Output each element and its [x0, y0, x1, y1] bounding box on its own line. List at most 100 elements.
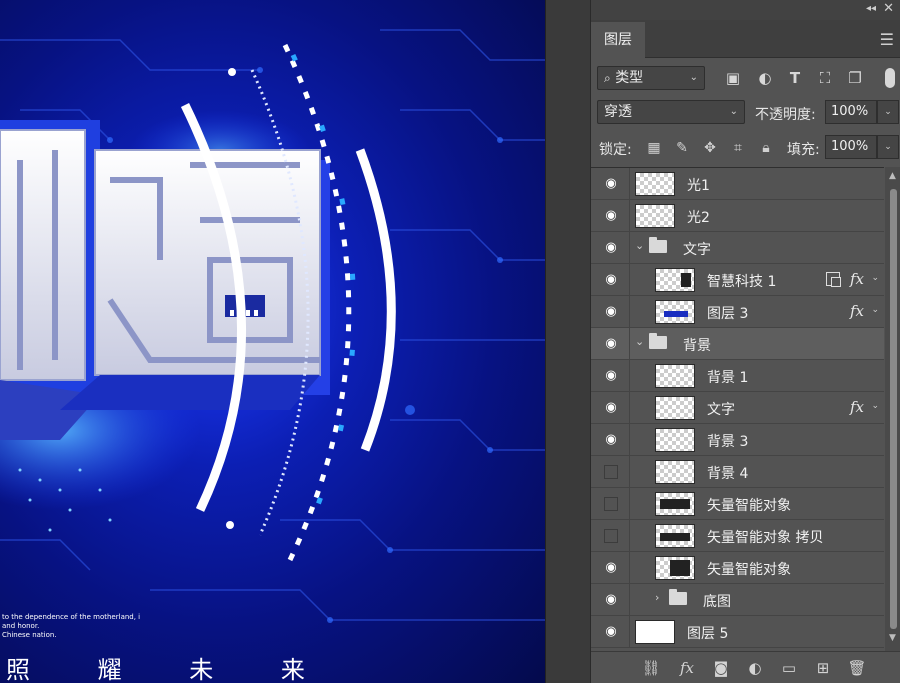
layer-row[interactable]: ◉ 光1	[591, 168, 884, 200]
menu-icon[interactable]: ☰	[880, 30, 894, 49]
layer-row[interactable]: ◉ 文字 fx ⌄	[591, 392, 884, 424]
scrollbar-thumb[interactable]	[890, 189, 897, 629]
opacity-input[interactable]: 100%	[825, 100, 877, 124]
link-icon[interactable]: ⛓	[641, 658, 661, 678]
lock-artboard-icon[interactable]: ⌗	[729, 139, 747, 157]
smartobject-filter-icon[interactable]: ❐	[845, 68, 865, 88]
layer-thumbnail	[635, 204, 675, 228]
layer-row[interactable]: 背景 4	[591, 456, 884, 488]
type-filter-icon[interactable]: T	[785, 68, 805, 88]
layer-group-row[interactable]: ◉ ⌄ 文字	[591, 232, 884, 264]
layer-row[interactable]: ◉ 光2	[591, 200, 884, 232]
fill-input[interactable]: 100%	[825, 135, 877, 159]
opacity-label: 不透明度:	[755, 107, 816, 123]
collapse-icon[interactable]: ◂◂	[866, 3, 876, 14]
layer-name: 光1	[687, 178, 710, 194]
layers-panel: ◂◂ ✕ 图层 ☰ ⌕ 类型 ⌄ ▣ ◐ T ⛶ ❐ 穿透 ⌄ 不透明度: 10…	[590, 0, 900, 683]
layer-row[interactable]: ◉ 矢量智能对象	[591, 552, 884, 584]
chevron-down-icon: ⌄	[689, 72, 698, 83]
fill-slider-toggle[interactable]: ⌄	[877, 135, 899, 159]
blend-mode-dropdown[interactable]: 穿透 ⌄	[597, 100, 745, 124]
lock-position-icon[interactable]: ✥	[701, 139, 719, 157]
trash-icon[interactable]: 🗑︎	[847, 658, 867, 678]
layer-row[interactable]: ◉ 背景 3	[591, 424, 884, 456]
eye-icon[interactable]: ◉	[603, 401, 619, 415]
filter-type-label: 类型	[615, 70, 644, 86]
layer-row[interactable]: ◉ 图层 3 fx ⌄	[591, 296, 884, 328]
document-canvas[interactable]: to the dependence of the motherland, i a…	[0, 0, 545, 683]
english-caption-line-1: to the dependence of the motherland, i	[2, 613, 141, 621]
layer-name: 背景 3	[707, 434, 749, 450]
scroll-down-icon[interactable]: ▼	[889, 633, 896, 643]
visibility-off-box[interactable]	[604, 497, 618, 511]
layer-name: 图层 5	[687, 626, 729, 642]
scroll-up-icon[interactable]: ▲	[889, 171, 896, 181]
layer-row[interactable]: ◉ 智慧科技 1 fx ⌄	[591, 264, 884, 296]
opacity-slider-toggle[interactable]: ⌄	[877, 100, 899, 124]
eye-icon[interactable]: ◉	[603, 625, 619, 639]
chevron-down-icon[interactable]: ⌄	[635, 239, 644, 252]
chevron-down-icon[interactable]: ⌄	[635, 335, 644, 348]
visibility-off-box[interactable]	[604, 465, 618, 479]
image-filter-icon[interactable]: ▣	[723, 68, 743, 88]
filter-type-dropdown[interactable]: ⌕ 类型 ⌄	[597, 66, 705, 90]
close-icon[interactable]: ✕	[883, 1, 894, 16]
fill-label: 填充:	[787, 142, 820, 158]
fx-icon[interactable]: fx	[677, 658, 697, 678]
visibility-off-box[interactable]	[604, 529, 618, 543]
layer-group-row-selected[interactable]: ◉ ⌄ 背景	[591, 328, 884, 360]
layer-group-row[interactable]: ◉ › 底图	[591, 584, 884, 616]
layer-name: 文字	[683, 242, 711, 258]
layer-name: 图层 3	[707, 306, 749, 322]
adjustment-filter-icon[interactable]: ◐	[755, 68, 775, 88]
layer-thumbnail	[655, 492, 695, 516]
layer-name: 智慧科技 1	[707, 274, 777, 290]
layer-thumbnail	[655, 300, 695, 324]
chevron-down-icon[interactable]: ⌄	[871, 401, 879, 411]
shape-filter-icon[interactable]: ⛶	[815, 68, 835, 88]
mask-icon[interactable]: ◙	[711, 658, 731, 678]
adjustment-icon[interactable]: ◐	[745, 658, 765, 678]
lock-transparent-icon[interactable]: ▦	[645, 139, 663, 157]
layer-row[interactable]: ◉ 图层 5	[591, 616, 884, 648]
eye-icon[interactable]: ◉	[603, 273, 619, 287]
artwork	[0, 29, 545, 623]
layer-name: 矢量智能对象	[707, 562, 791, 578]
folder-icon[interactable]: ▭	[779, 658, 799, 678]
new-layer-icon[interactable]: ⊞	[813, 658, 833, 678]
workspace-gap	[545, 0, 590, 683]
fx-icon[interactable]: fx	[850, 398, 864, 416]
eye-icon[interactable]: ◉	[603, 593, 619, 607]
fx-icon[interactable]: fx	[850, 270, 864, 288]
lock-all-icon[interactable]: 🔒︎	[757, 139, 775, 157]
lock-label: 锁定:	[599, 142, 632, 158]
eye-icon[interactable]: ◉	[603, 433, 619, 447]
layer-name: 背景	[683, 338, 711, 354]
layer-name: 矢量智能对象 拷贝	[707, 530, 824, 546]
eye-icon[interactable]: ◉	[603, 209, 619, 223]
layer-name: 矢量智能对象	[707, 498, 791, 514]
chevron-right-icon[interactable]: ›	[655, 591, 659, 604]
chevron-down-icon[interactable]: ⌄	[871, 273, 879, 283]
layers-list: ◉ 光1 ◉ 光2 ◉ ⌄ 文字 ◉ 智慧科技 1 fx ⌄ ◉ 图层 3 fx…	[591, 167, 884, 651]
tab-layers[interactable]: 图层	[591, 22, 645, 58]
eye-icon[interactable]: ◉	[603, 241, 619, 255]
smart-object-link-icon	[826, 272, 841, 287]
layer-thumbnail	[655, 364, 695, 388]
eye-icon[interactable]: ◉	[603, 337, 619, 351]
eye-icon[interactable]: ◉	[603, 369, 619, 383]
layer-row[interactable]: 矢量智能对象 拷贝	[591, 520, 884, 552]
filter-toggle[interactable]	[885, 68, 895, 88]
chevron-down-icon[interactable]: ⌄	[871, 305, 879, 315]
eye-icon[interactable]: ◉	[603, 561, 619, 575]
layer-row[interactable]: 矢量智能对象	[591, 488, 884, 520]
slogan-text: 照 耀 未 来	[6, 656, 335, 683]
layer-name: 底图	[703, 594, 731, 610]
fx-icon[interactable]: fx	[850, 302, 864, 320]
eye-icon[interactable]: ◉	[603, 305, 619, 319]
eye-icon[interactable]: ◉	[603, 177, 619, 191]
layer-row[interactable]: ◉ 背景 1	[591, 360, 884, 392]
search-icon: ⌕	[604, 71, 611, 85]
layers-scrollbar[interactable]: ▲ ▼	[885, 167, 900, 651]
lock-pixels-icon[interactable]: ✎	[673, 139, 691, 157]
